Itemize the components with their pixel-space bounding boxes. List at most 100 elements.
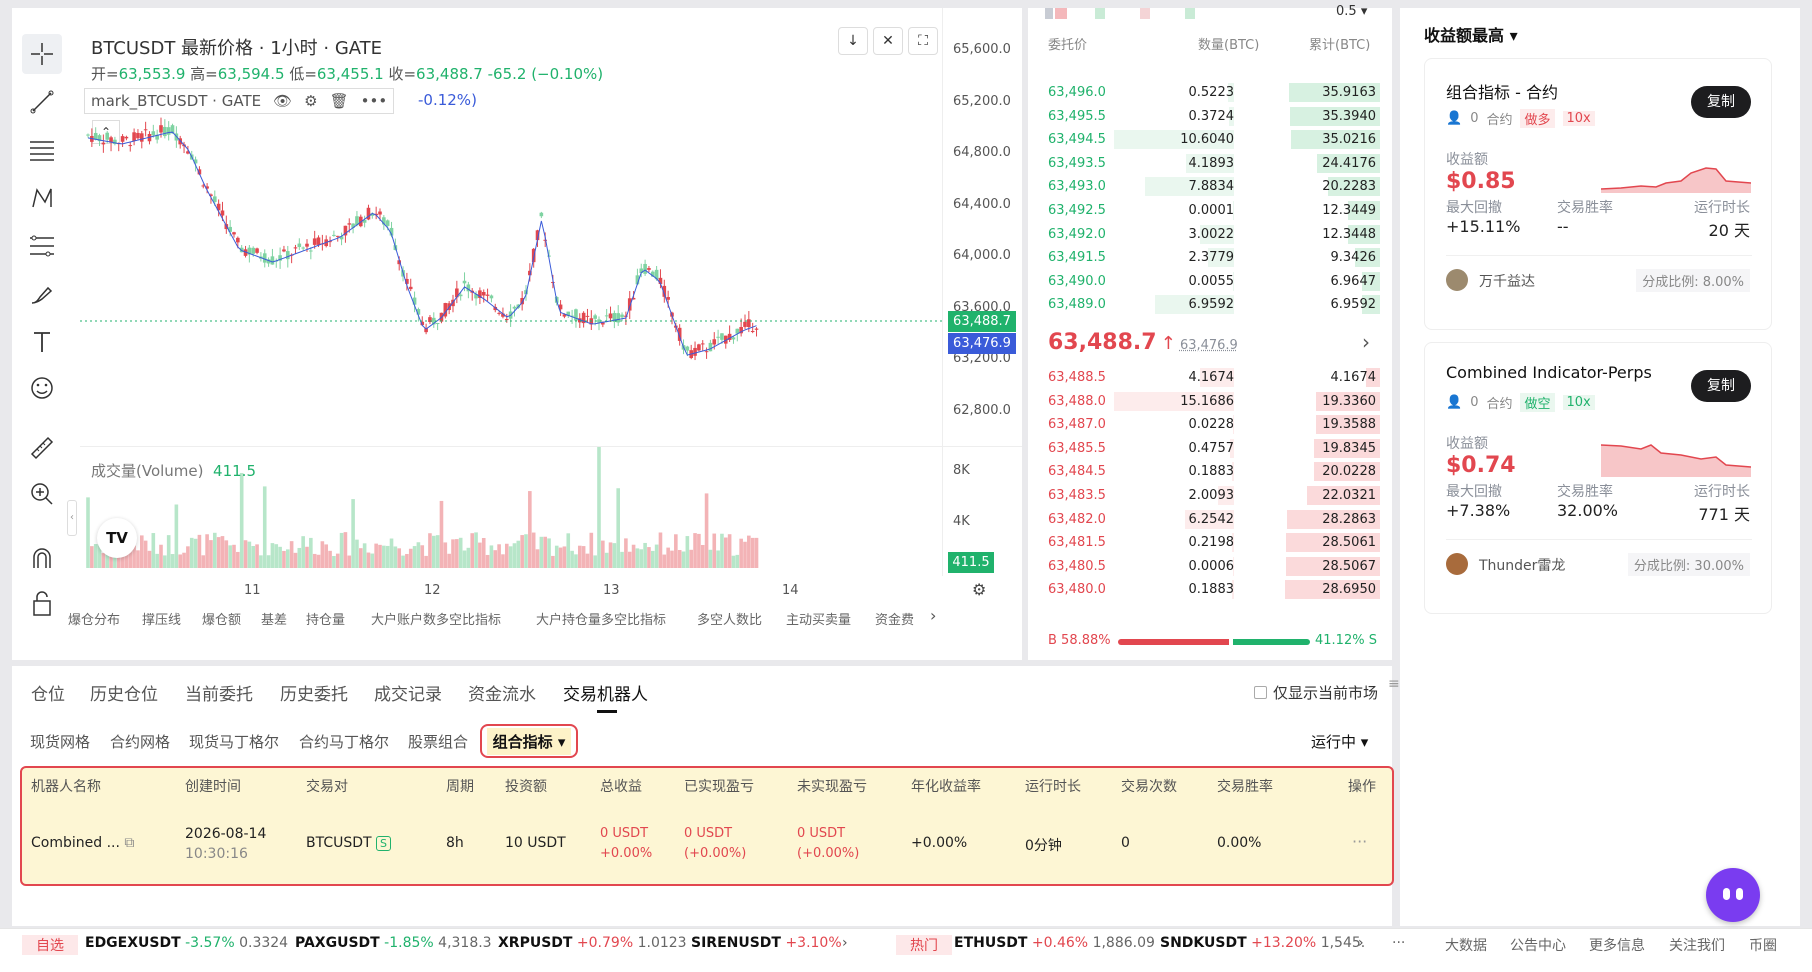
footer-link[interactable]: 大数据 [1445, 935, 1487, 955]
ruler-tool-icon[interactable] [22, 428, 62, 468]
bid-row[interactable]: 63,483.5 2.0093 22.0321 [1030, 484, 1380, 507]
status-filter-dropdown[interactable]: 运行中 ▾ [1311, 731, 1368, 752]
emoji-tool-icon[interactable] [22, 368, 62, 408]
footer-link[interactable]: 币圈 [1749, 935, 1777, 955]
tab-order-history[interactable]: 历史委托 [280, 680, 348, 705]
tab-open-orders[interactable]: 当前委托 [185, 680, 253, 705]
indicator-item[interactable]: 爆仓额 [202, 609, 241, 628]
indicator-scroll-right-icon[interactable]: › [930, 606, 936, 625]
brush-tool-icon[interactable] [22, 274, 62, 314]
copy-strategy-button[interactable]: 复制 [1691, 370, 1751, 402]
ask-row[interactable]: 63,489.0 6.9592 6.9592 [1030, 293, 1380, 316]
subtab-futures-martingale[interactable]: 合约马丁格尔 [299, 731, 389, 752]
text-tool-icon[interactable] [22, 322, 62, 362]
ask-row[interactable]: 63,493.5 4.1893 24.4176 [1030, 152, 1380, 175]
bid-row[interactable]: 63,484.5 0.1883 20.0228 [1030, 460, 1380, 483]
ticker-item[interactable]: SNDKUSDT +13.20% 1,545. [1160, 935, 1365, 951]
indicator-item[interactable]: 持仓量 [306, 609, 345, 628]
order-cum: 35.9163 [1322, 85, 1376, 100]
subtab-spot-martingale[interactable]: 现货马丁格尔 [189, 731, 279, 752]
footer-link[interactable]: 公告中心 [1510, 935, 1566, 955]
subtab-stock-portfolio[interactable]: 股票组合 [408, 731, 468, 752]
ticker-item[interactable]: ETHUSDT +0.46% 1,886.09 [954, 935, 1155, 951]
ticker-item[interactable]: EDGEXUSDT -3.57% 0.3324 [85, 935, 288, 951]
ask-row[interactable]: 63,492.5 0.0001 12.3449 [1030, 199, 1380, 222]
footer-link[interactable]: 更多信息 [1589, 935, 1645, 955]
horizontal-lines-tool-icon[interactable] [22, 130, 62, 170]
tab-positions[interactable]: 仓位 [31, 680, 65, 705]
ask-row[interactable]: 63,491.5 2.3779 9.3426 [1030, 246, 1380, 269]
bot-name[interactable]: Combined ... ⧉ [31, 835, 134, 851]
bid-row[interactable]: 63,487.0 0.0228 19.3588 [1030, 413, 1380, 436]
only-current-market-toggle[interactable]: 仅显示当前市场 [1254, 682, 1378, 703]
subtab-combined-indicator[interactable]: 组合指标 ▾ [480, 724, 578, 758]
ticker-item[interactable]: SIRENUSDT +3.10% [691, 935, 842, 951]
author-name[interactable]: Thunder雷龙 [1479, 555, 1565, 575]
mid-price[interactable]: 63,488.7 ↑ 63,476.9 [1048, 330, 1238, 355]
volume-bar [170, 554, 175, 568]
panel-collapse-handle[interactable]: ‹ [67, 500, 77, 536]
panel-menu-icon[interactable]: ≡ [1388, 676, 1400, 692]
magnet-tool-icon[interactable] [22, 538, 62, 578]
ticker-scroll-icon[interactable]: › [1358, 935, 1364, 951]
right-title[interactable]: 收益额最高 ▾ [1424, 22, 1518, 46]
bid-row[interactable]: 63,485.5 0.4757 19.8345 [1030, 437, 1380, 460]
indicator-item[interactable]: 大户账户数多空比指标 [371, 609, 501, 628]
ask-row[interactable]: 63,494.5 10.6040 35.0216 [1030, 128, 1380, 151]
ask-row[interactable]: 63,490.0 0.0055 6.9647 [1030, 270, 1380, 293]
pattern-tool-icon[interactable] [22, 178, 62, 218]
copier-count: 0 [1470, 111, 1479, 126]
fib-tool-icon[interactable] [22, 226, 62, 266]
ask-row[interactable]: 63,493.0 7.8834 20.2283 [1030, 175, 1380, 198]
bot-created-time: 10:30:16 [185, 846, 248, 862]
bid-row[interactable]: 63,481.5 0.2198 28.5061 [1030, 531, 1380, 554]
trendline-tool-icon[interactable] [22, 82, 62, 122]
ticker-more[interactable]: ··· [1392, 935, 1405, 951]
tab-trade-history[interactable]: 成交记录 [374, 680, 442, 705]
tab-position-history[interactable]: 历史仓位 [90, 680, 158, 705]
copy-icon[interactable]: ⧉ [124, 835, 134, 851]
ask-row[interactable]: 63,496.0 0.5223 35.9163 [1030, 81, 1380, 104]
footer-link[interactable]: 关注我们 [1669, 935, 1725, 955]
ticker-fav-tab[interactable]: 自选 [22, 935, 78, 955]
ticker-item[interactable]: PAXGUSDT -1.85% 4,318.3 [295, 935, 492, 951]
indicator-item[interactable]: 主动买卖量 [786, 609, 851, 628]
tab-trading-bots[interactable]: 交易机器人 [563, 680, 648, 705]
bid-row[interactable]: 63,488.0 15.1686 19.3360 [1030, 390, 1380, 413]
bid-row[interactable]: 63,488.5 4.1674 4.1674 [1030, 366, 1380, 389]
orderbook-more-icon[interactable]: › [1362, 330, 1370, 354]
author-name[interactable]: 万千益达 [1479, 271, 1535, 291]
volume-bar [639, 549, 644, 568]
indicator-item[interactable]: 大户持仓量多空比指标 [536, 609, 666, 628]
chat-bot-button[interactable] [1706, 868, 1760, 922]
ticker-hot-tab[interactable]: 热门 [896, 935, 952, 955]
avatar[interactable] [1446, 553, 1468, 575]
avatar[interactable] [1446, 269, 1468, 291]
bid-row[interactable]: 63,482.0 6.2542 28.2863 [1030, 508, 1380, 531]
zoom-tool-icon[interactable] [22, 474, 62, 514]
ticker-item[interactable]: XRPUSDT +0.79% 1.0123 [498, 935, 687, 951]
strategy-card[interactable]: 组合指标 - 合约 复制 👤 0 合约 做多 10x 收益额 $0.85 最大回撤 +15.11% 交… [1424, 58, 1772, 330]
indicator-item[interactable]: 多空人数比 [697, 609, 762, 628]
subtab-futures-grid[interactable]: 合约网格 [110, 731, 170, 752]
copy-strategy-button[interactable]: 复制 [1691, 86, 1751, 118]
bid-row[interactable]: 63,480.5 0.0006 28.5067 [1030, 555, 1380, 578]
chart-settings-icon[interactable]: ⚙ [972, 580, 986, 599]
crosshair-tool-icon[interactable] [22, 34, 62, 74]
tab-fund-flow[interactable]: 资金流水 [468, 680, 536, 705]
subtab-spot-grid[interactable]: 现货网格 [30, 731, 90, 752]
checkbox[interactable] [1254, 686, 1267, 699]
bid-row[interactable]: 63,480.0 0.1883 28.6950 [1030, 578, 1380, 601]
bot-more-actions[interactable]: ··· [1352, 832, 1367, 851]
price-chart[interactable] [80, 36, 942, 576]
indicator-item[interactable]: 基差 [261, 609, 287, 628]
ask-row[interactable]: 63,492.0 3.0022 12.3448 [1030, 223, 1380, 246]
strategy-card[interactable]: Combined Indicator-Perps 复制 👤 0 合约 做空 10x 收益额 $0… [1424, 342, 1772, 614]
lock-drawing-tool-icon[interactable] [22, 584, 62, 624]
indicator-item[interactable]: 爆仓分布 [68, 609, 120, 628]
indicator-item[interactable]: 资金费 [875, 609, 919, 628]
orderbook-depth-select[interactable]: 0.5 ▾ [1336, 4, 1367, 19]
indicator-item[interactable]: 撑压线 [142, 609, 181, 628]
ask-row[interactable]: 63,495.5 0.3724 35.3940 [1030, 105, 1380, 128]
ticker-scroll-icon[interactable]: › [842, 935, 848, 951]
